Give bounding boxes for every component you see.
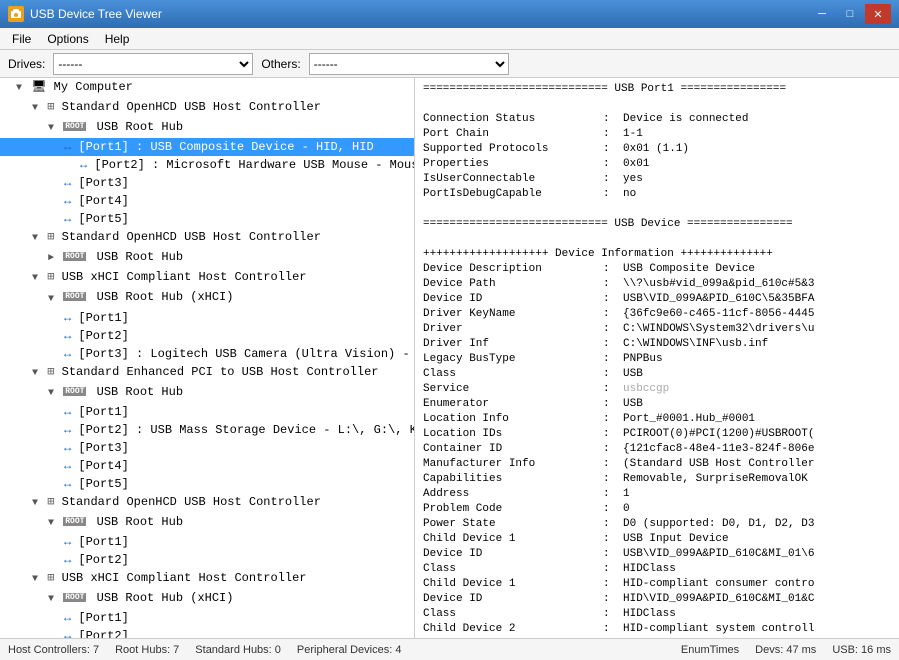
detail-header2: ============================ USB Device … <box>415 217 899 232</box>
title-bar: USB Device Tree Viewer ─ □ ✕ <box>0 0 899 28</box>
close-button[interactable]: ✕ <box>865 4 891 24</box>
detail-blank2 <box>415 202 899 217</box>
detail-blank1 <box>415 97 899 112</box>
drives-select[interactable]: ------ <box>53 53 253 75</box>
window-title: USB Device Tree Viewer <box>30 7 162 21</box>
app-icon <box>8 6 24 22</box>
main-content: ▼ 🖥 My Computer ▼ ⊞ Standard OpenHCD USB… <box>0 78 899 638</box>
detail-child-dev1: Child Device 1 : USB Input Device <box>415 532 899 547</box>
tree-hc5[interactable]: ▼ ⊞ Standard OpenHCD USB Host Controller <box>0 493 414 513</box>
tree-port3-3[interactable]: ↔ [Port3] : Logitech USB Camera (Ultra V… <box>0 345 414 363</box>
tree-hc6[interactable]: ▼ ⊞ USB xHCI Compliant Host Controller <box>0 569 414 589</box>
detail-driver-inf: Driver Inf : C:\WINDOWS\INF\usb.inf <box>415 337 899 352</box>
detail-connection-status: Connection Status : Device is connected <box>415 112 899 127</box>
title-bar-left: USB Device Tree Viewer <box>8 6 162 22</box>
detail-dev-path: Device Path : \\?\usb#vid_099a&pid_610c#… <box>415 277 899 292</box>
tree-hub1[interactable]: ▼ ROOT USB Root Hub <box>0 118 414 138</box>
detail-power-state: Power State : D0 (supported: D0, D1, D2,… <box>415 517 899 532</box>
detail-child-dev1-id: Device ID : USB\VID_099A&PID_610C&MI_01\… <box>415 547 899 562</box>
detail-header1: ============================ USB Port1 =… <box>415 82 899 97</box>
status-peripheral-devices: Peripheral Devices: 4 <box>297 644 402 656</box>
tree-hc3[interactable]: ▼ ⊞ USB xHCI Compliant Host Controller <box>0 268 414 288</box>
tree-port1-1[interactable]: ↔ [Port1] : USB Composite Device - HID, … <box>0 138 414 156</box>
menu-help[interactable]: Help <box>97 30 138 48</box>
detail-driver-keyname: Driver KeyName : {36fc9e60-c465-11cf-805… <box>415 307 899 322</box>
tree-hub5[interactable]: ▼ ROOT USB Root Hub <box>0 513 414 533</box>
detail-enumerator: Enumerator : USB <box>415 397 899 412</box>
detail-service: Service : usbccgp <box>415 382 899 397</box>
detail-dev-desc: Device Description : USB Composite Devic… <box>415 262 899 277</box>
detail-legacy-bustype: Legacy BusType : PNPBus <box>415 352 899 367</box>
detail-blank3 <box>415 232 899 247</box>
tree-hub6[interactable]: ▼ ROOT USB Root Hub (xHCI) <box>0 589 414 609</box>
status-enum-times: EnumTimes <box>681 644 739 656</box>
detail-location-ids: Location IDs : PCIROOT(0)#PCI(1200)#USBR… <box>415 427 899 442</box>
tree-port5-1[interactable]: ↔ [Port1] <box>0 533 414 551</box>
detail-child-dev1-child2-id: Device ID : HID\VID_099A&PID_610C&MI_01&… <box>415 637 899 638</box>
detail-child-dev1-child1: Child Device 1 : HID-compliant consumer … <box>415 577 899 592</box>
others-label: Others: <box>261 57 300 71</box>
detail-child-dev1-class: Class : HIDClass <box>415 562 899 577</box>
tree-hc2[interactable]: ▼ ⊞ Standard OpenHCD USB Host Controller <box>0 228 414 248</box>
tree-hc4[interactable]: ▼ ⊞ Standard Enhanced PCI to USB Host Co… <box>0 363 414 383</box>
tree-hub3[interactable]: ▼ ROOT USB Root Hub (xHCI) <box>0 288 414 308</box>
maximize-button[interactable]: □ <box>837 4 863 24</box>
detail-properties: Properties : 0x01 <box>415 157 899 172</box>
detail-header3: +++++++++++++++++++ Device Information +… <box>415 247 899 262</box>
window-controls: ─ □ ✕ <box>809 4 891 24</box>
tree-root[interactable]: ▼ 🖥 My Computer <box>0 78 414 98</box>
tree-port4-5[interactable]: ↔ [Port5] <box>0 475 414 493</box>
detail-container-id: Container ID : {121cfac8-48e4-11e3-824f-… <box>415 442 899 457</box>
tree-port6-2[interactable]: ↔ [Port2] <box>0 627 414 638</box>
detail-capabilities: Capabilities : Removable, SurpriseRemova… <box>415 472 899 487</box>
detail-class: Class : USB <box>415 367 899 382</box>
toolbar: Drives: ------ Others: ------ <box>0 50 899 78</box>
tree-port6-1[interactable]: ↔ [Port1] <box>0 609 414 627</box>
detail-problem-code: Problem Code : 0 <box>415 502 899 517</box>
detail-dev-id: Device ID : USB\VID_099A&PID_610C\5&35BF… <box>415 292 899 307</box>
tree-port5-2[interactable]: ↔ [Port2] <box>0 551 414 569</box>
tree-port4-3[interactable]: ↔ [Port3] <box>0 439 414 457</box>
tree-port4-4[interactable]: ↔ [Port4] <box>0 457 414 475</box>
tree-port4-1[interactable]: ↔ [Port1] <box>0 403 414 421</box>
detail-debug-capable: PortIsDebugCapable : no <box>415 187 899 202</box>
status-devs: Devs: 47 ms <box>755 644 816 656</box>
tree-port1-4[interactable]: ↔ [Port4] <box>0 192 414 210</box>
tree-port1-5[interactable]: ↔ [Port5] <box>0 210 414 228</box>
detail-address: Address : 1 <box>415 487 899 502</box>
detail-location-info: Location Info : Port_#0001.Hub_#0001 <box>415 412 899 427</box>
tree-port3-1[interactable]: ↔ [Port1] <box>0 309 414 327</box>
status-root-hubs: Root Hubs: 7 <box>115 644 179 656</box>
detail-child-dev1-child1-class: Class : HIDClass <box>415 607 899 622</box>
detail-driver: Driver : C:\WINDOWS\System32\drivers\u <box>415 322 899 337</box>
detail-supported-protocols: Supported Protocols : 0x01 (1.1) <box>415 142 899 157</box>
menu-bar: File Options Help <box>0 28 899 50</box>
tree-hc1[interactable]: ▼ ⊞ Standard OpenHCD USB Host Controller <box>0 98 414 118</box>
status-usb: USB: 16 ms <box>832 644 891 656</box>
drives-label: Drives: <box>8 57 45 71</box>
detail-manufacturer: Manufacturer Info : (Standard USB Host C… <box>415 457 899 472</box>
tree-port1-3[interactable]: ↔ [Port3] <box>0 174 414 192</box>
status-host-controllers: Host Controllers: 7 <box>8 644 99 656</box>
tree-port3-2[interactable]: ↔ [Port2] <box>0 327 414 345</box>
detail-child-dev1-child2: Child Device 2 : HID-compliant system co… <box>415 622 899 637</box>
menu-file[interactable]: File <box>4 30 39 48</box>
menu-options[interactable]: Options <box>39 30 96 48</box>
detail-user-connectable: IsUserConnectable : yes <box>415 172 899 187</box>
status-bar: Host Controllers: 7 Root Hubs: 7 Standar… <box>0 638 899 660</box>
detail-child-dev1-child1-id: Device ID : HID\VID_099A&PID_610C&MI_01&… <box>415 592 899 607</box>
detail-port-chain: Port Chain : 1-1 <box>415 127 899 142</box>
tree-hub2[interactable]: ► ROOT USB Root Hub <box>0 248 414 268</box>
detail-panel[interactable]: ============================ USB Port1 =… <box>415 78 899 638</box>
tree-port1-2[interactable]: ↔ [Port2] : Microsoft Hardware USB Mouse… <box>0 156 414 174</box>
status-standard-hubs: Standard Hubs: 0 <box>195 644 281 656</box>
others-select[interactable]: ------ <box>309 53 509 75</box>
tree-hub4[interactable]: ▼ ROOT USB Root Hub <box>0 383 414 403</box>
tree-panel[interactable]: ▼ 🖥 My Computer ▼ ⊞ Standard OpenHCD USB… <box>0 78 415 638</box>
minimize-button[interactable]: ─ <box>809 4 835 24</box>
tree-port4-2[interactable]: ↔ [Port2] : USB Mass Storage Device - L:… <box>0 421 414 439</box>
